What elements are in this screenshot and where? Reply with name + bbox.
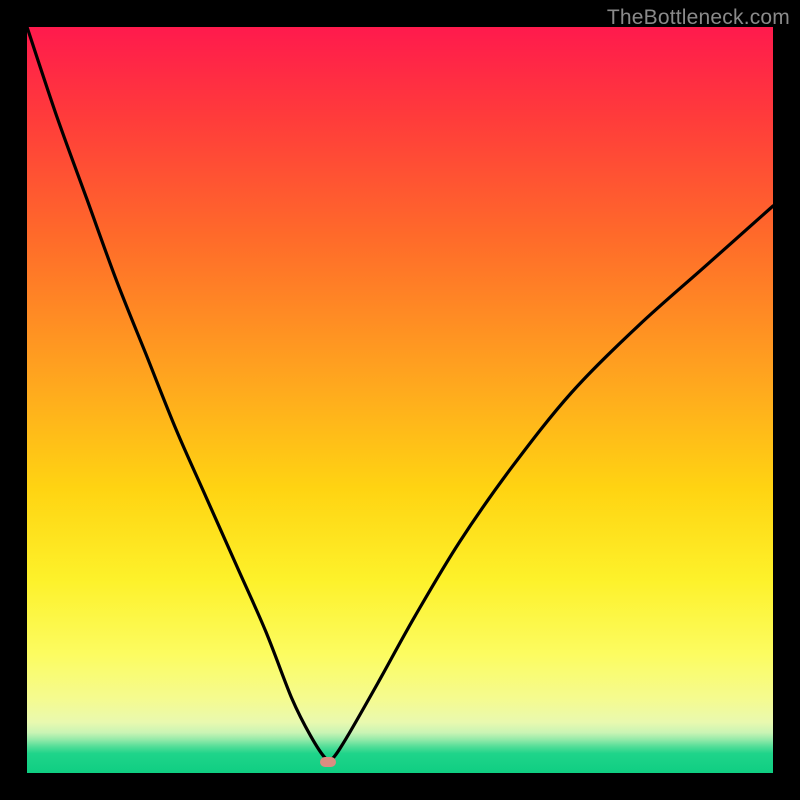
watermark-text: TheBottleneck.com — [607, 6, 790, 30]
plot-area — [27, 27, 773, 773]
bottleneck-curve — [27, 27, 773, 773]
chart-frame: TheBottleneck.com — [0, 0, 800, 800]
optimum-marker — [320, 757, 336, 767]
